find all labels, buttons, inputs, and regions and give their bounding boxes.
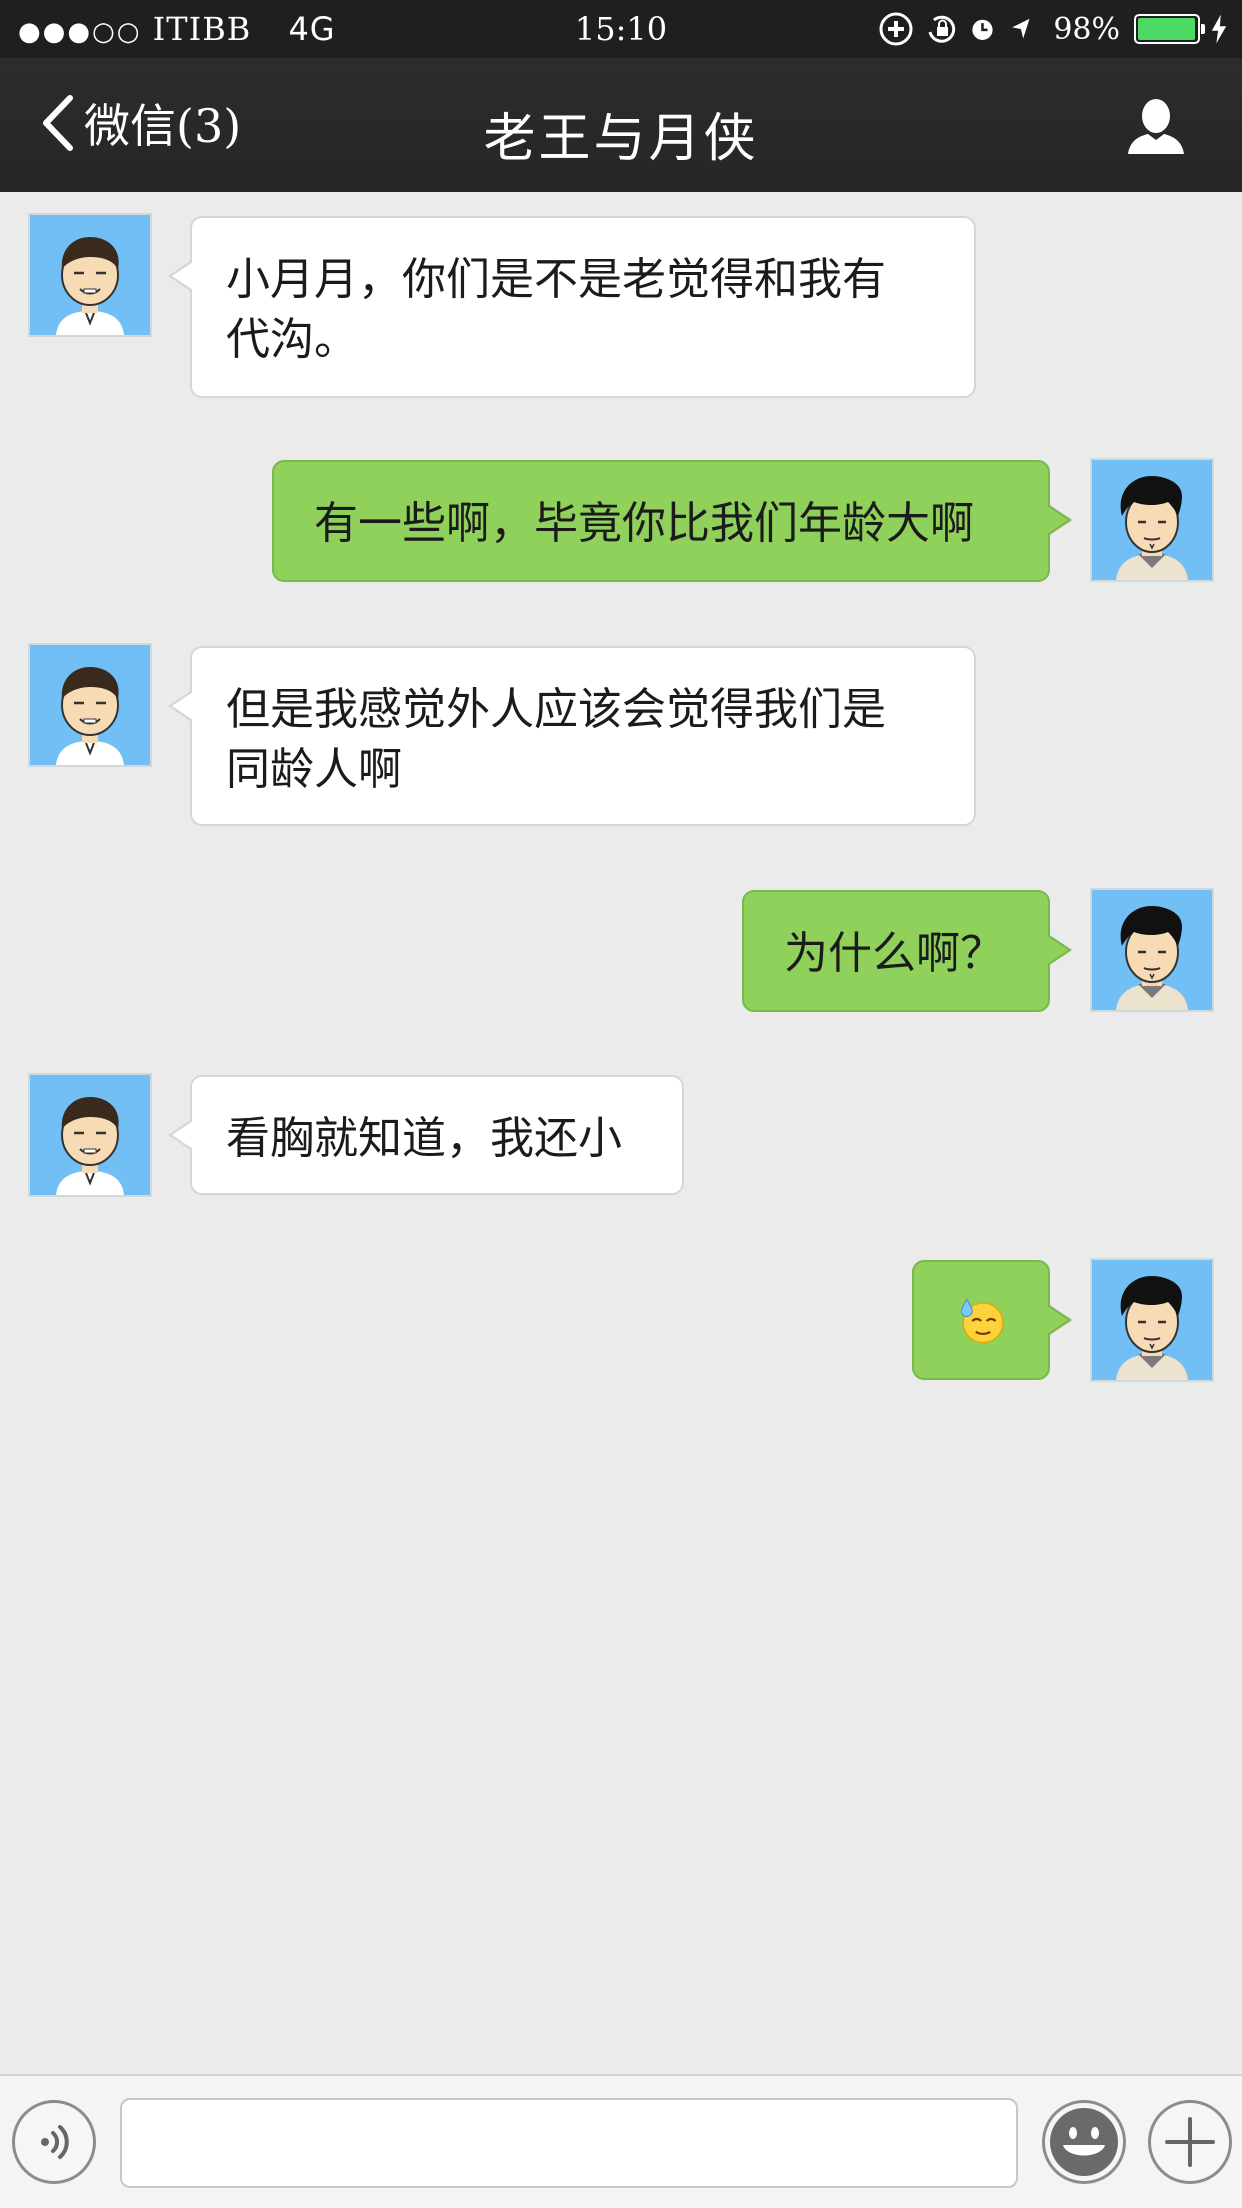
alarm-icon: [972, 19, 993, 40]
battery-icon: [1134, 14, 1205, 44]
message-input[interactable]: [120, 2098, 1018, 2188]
contact-avatar[interactable]: [28, 643, 152, 767]
message-text: 小月月，你们是不是老觉得和我有 代沟。: [226, 254, 886, 365]
orientation-lock-icon: [928, 15, 956, 43]
nav-bar: 微信(3) 老王与月侠: [0, 58, 1242, 192]
add-circle-icon: [879, 12, 913, 46]
cartoon-man-icon: [30, 645, 150, 765]
cartoon-man-icon: [30, 1075, 150, 1195]
outgoing-message[interactable]: [912, 1260, 1072, 1380]
message-text: 为什么啊？: [784, 928, 1004, 979]
cartoon-man-black-hair-icon: [1092, 460, 1212, 580]
voice-button[interactable]: [12, 2100, 96, 2184]
incoming-message[interactable]: 但是我感觉外人应该会觉得我们是 同龄人啊: [168, 646, 976, 826]
my-avatar[interactable]: [1090, 888, 1214, 1012]
battery-level: [1138, 18, 1195, 40]
contact-avatar[interactable]: [28, 1073, 152, 1197]
sweat-smile-emoji: [960, 1298, 1004, 1344]
status-icons: 98%: [877, 8, 1228, 50]
location-arrow-icon: [1012, 18, 1030, 39]
person-icon[interactable]: [1124, 96, 1188, 156]
emoji-button[interactable]: [1042, 2100, 1126, 2184]
contact-avatar[interactable]: [28, 213, 152, 337]
battery-percent: 98%: [1053, 11, 1120, 47]
outgoing-message[interactable]: 为什么啊？: [742, 890, 1072, 1012]
message-text: 但是我感觉外人应该会觉得我们是 同龄人啊: [226, 684, 886, 795]
cartoon-man-black-hair-icon: [1092, 1260, 1212, 1380]
voice-icon: [41, 2125, 69, 2159]
message-text: 看胸就知道，我还小: [226, 1113, 622, 1164]
outgoing-message[interactable]: 有一些啊，毕竟你比我们年龄大啊: [272, 460, 1072, 582]
my-avatar[interactable]: [1090, 458, 1214, 582]
incoming-message[interactable]: 小月月，你们是不是老觉得和我有 代沟。: [168, 216, 976, 398]
charging-bolt-icon: [1211, 14, 1227, 44]
cartoon-man-icon: [30, 215, 150, 335]
more-button[interactable]: [1148, 2100, 1232, 2184]
message-text: 有一些啊，毕竟你比我们年龄大啊: [314, 498, 974, 549]
plus-icon: [1165, 2117, 1215, 2167]
chat-title: 老王与月侠: [483, 109, 759, 169]
my-avatar[interactable]: [1090, 1258, 1214, 1382]
incoming-message[interactable]: 看胸就知道，我还小: [168, 1075, 684, 1195]
cartoon-man-black-hair-icon: [1092, 890, 1212, 1010]
status-bar: ●●●○○ ITIBB 4G 15:10 98%: [0, 0, 1242, 58]
smiley-icon: [1050, 2108, 1118, 2176]
input-bar: [0, 2074, 1242, 2208]
